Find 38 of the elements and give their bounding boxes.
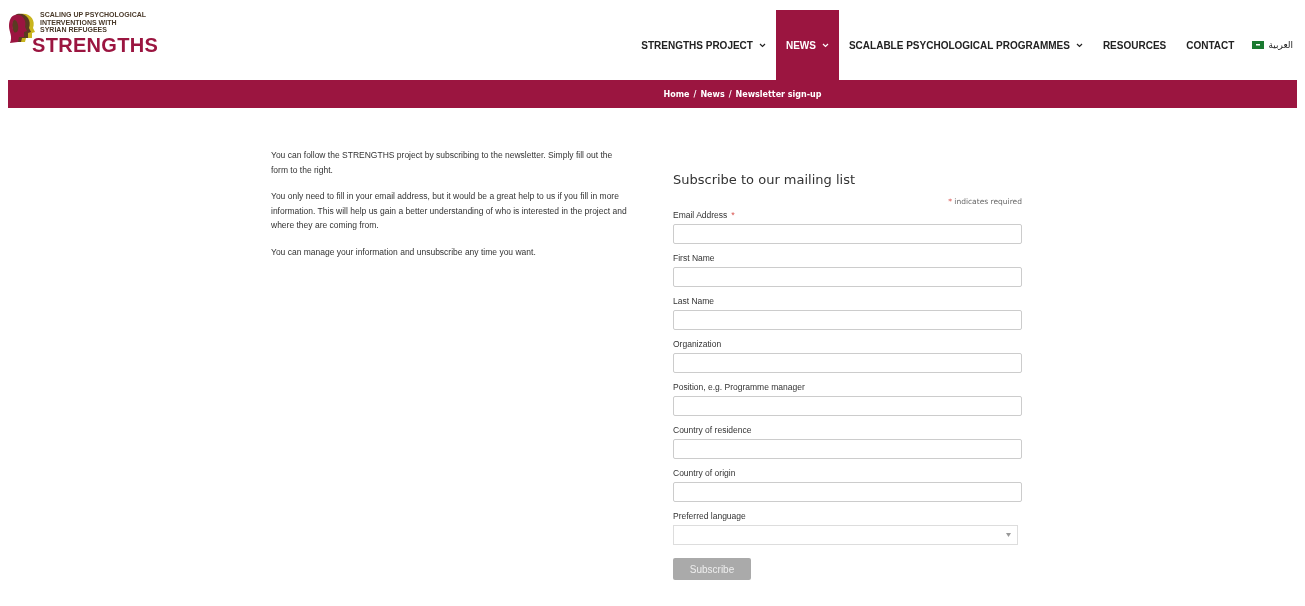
form-title: Subscribe to our mailing list <box>673 172 857 187</box>
intro-paragraph: You can follow the STRENGTHS project by subscribing to the newsletter. Simply fill out the form to the right. <box>271 149 614 177</box>
text-input[interactable] <box>673 267 1022 287</box>
nav-link[interactable]: RESOURCES <box>1092 10 1177 80</box>
field-label: Email Address <box>673 210 728 220</box>
text-input[interactable] <box>673 224 1022 244</box>
nav-link[interactable]: NEWS <box>775 10 839 80</box>
breadcrumb-link[interactable]: News <box>700 89 725 99</box>
field-label: Country of residence <box>673 425 752 435</box>
language-link[interactable]: العربية <box>1244 10 1297 80</box>
chevron-icon <box>758 42 766 48</box>
text-input[interactable] <box>673 482 1022 502</box>
field-label: Preferred language <box>673 511 746 521</box>
chevron-icon <box>1075 42 1083 48</box>
field-label: Last Name <box>673 296 715 306</box>
logo-wordmark: STRENGTHS <box>32 33 159 56</box>
breadcrumb-separator: / <box>693 89 697 99</box>
text-input[interactable] <box>673 310 1022 330</box>
field-label: Organization <box>673 339 722 349</box>
breadcrumb-link[interactable]: Newsletter sign-up <box>735 89 822 99</box>
nav-link[interactable]: SCALABLE PSYCHOLOGICAL PROGRAMMES <box>838 10 1093 80</box>
dropdown-arrow-icon <box>1006 533 1011 537</box>
text-input[interactable] <box>673 353 1022 373</box>
text-input[interactable] <box>673 439 1022 459</box>
breadcrumb-separator: / <box>728 89 732 99</box>
nav-link[interactable]: STRENGTHS PROJECT <box>631 10 776 80</box>
intro-paragraph: You can manage your information and unsubscribe any time you want. <box>271 245 537 259</box>
breadcrumb-link[interactable]: Home <box>663 89 690 99</box>
flag-icon <box>1252 41 1265 49</box>
field-label: Country of origin <box>673 468 736 478</box>
required-asterisk: * <box>731 210 735 220</box>
field-label: First Name <box>673 253 715 263</box>
nav-link[interactable]: CONTACT <box>1176 10 1245 80</box>
dropdown-field[interactable] <box>673 525 1018 545</box>
field-label: Position, e.g. Programme manager <box>673 382 805 392</box>
intro-paragraph: You only need to fill in your email address, but it would be a great help to us if you fill in more information. This will help us gain a better understanding of who is interested in the project and where they are coming from. <box>271 190 628 232</box>
chevron-icon <box>821 42 829 48</box>
text-input[interactable] <box>673 396 1022 416</box>
